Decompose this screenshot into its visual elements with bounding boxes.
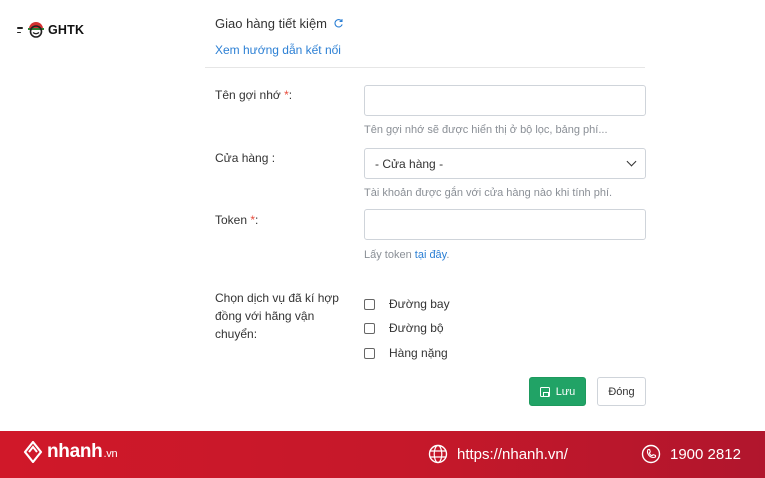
- save-button-label: Lưu: [555, 385, 576, 398]
- token-hint-link[interactable]: tại đây: [415, 249, 447, 261]
- token-hint: Lấy token tại đây.: [364, 249, 449, 261]
- checkbox[interactable]: [364, 298, 375, 310]
- page-title: Giao hàng tiết kiệm: [215, 16, 344, 31]
- store-select[interactable]: - Cửa hàng -: [364, 148, 646, 179]
- speed-lines-icon: [17, 26, 23, 34]
- ghtk-logo: GHTK: [17, 22, 84, 38]
- header-divider: [205, 67, 645, 68]
- token-label-text: Token: [215, 213, 248, 227]
- service-option-heavy[interactable]: Hàng nặng: [364, 346, 448, 360]
- service-option-label: Đường bay: [389, 297, 450, 311]
- label-colon: :: [255, 213, 259, 227]
- token-input[interactable]: [364, 209, 646, 240]
- save-button[interactable]: Lưu: [529, 377, 586, 406]
- phone-icon: [641, 444, 661, 464]
- website-info: https://nhanh.vn/: [428, 444, 568, 464]
- service-option-air[interactable]: Đường bay: [364, 297, 450, 311]
- delivery-face-icon: [28, 22, 44, 38]
- nhanh-brand: nhanh.vn: [23, 441, 118, 463]
- service-option-road[interactable]: Đường bộ: [364, 321, 444, 335]
- close-button[interactable]: Đóng: [597, 377, 646, 406]
- footer-banner: nhanh.vn https://nhanh.vn/ 1900 2812: [0, 431, 765, 478]
- website-url[interactable]: https://nhanh.vn/: [457, 446, 568, 463]
- token-label: Token *:: [215, 213, 258, 227]
- brand-name-text: nhanh: [47, 441, 103, 462]
- nickname-hint: Tên gợi nhớ sẽ được hiển thị ở bộ lọc, b…: [364, 124, 608, 136]
- services-label: Chọn dịch vụ đã kí hợp đồng với hãng vận…: [215, 291, 339, 341]
- globe-icon: [428, 444, 448, 464]
- logo-text: GHTK: [48, 23, 85, 37]
- nickname-label-text: Tên gợi nhớ: [215, 88, 281, 102]
- label-colon: :: [288, 88, 293, 102]
- brand-name: nhanh.vn: [47, 441, 118, 463]
- checkbox[interactable]: [364, 322, 375, 334]
- phone-number[interactable]: 1900 2812: [670, 446, 741, 463]
- phone-info: 1900 2812: [641, 444, 741, 464]
- token-hint-suffix: .: [446, 249, 450, 261]
- nhanh-logo-icon: [23, 441, 43, 463]
- store-label: Cửa hàng :: [215, 151, 276, 165]
- store-select-value: - Cửa hàng -: [375, 156, 444, 171]
- checkbox[interactable]: [364, 347, 375, 359]
- token-hint-prefix: Lấy token: [364, 249, 415, 261]
- brand-tld: .vn: [103, 448, 118, 460]
- service-option-label: Đường bộ: [389, 321, 444, 335]
- store-hint: Tài khoản được gắn với cửa hàng nào khi …: [364, 187, 613, 199]
- connection-guide-link[interactable]: Xem hướng dẫn kết nối: [215, 43, 341, 57]
- refresh-icon[interactable]: [333, 18, 344, 29]
- nickname-label: Tên gợi nhớ *:: [215, 88, 292, 102]
- chevron-down-icon: [626, 156, 637, 167]
- nickname-input[interactable]: [364, 85, 646, 116]
- page-title-text: Giao hàng tiết kiệm: [215, 16, 328, 31]
- service-option-label: Hàng nặng: [389, 346, 448, 360]
- save-icon: [539, 386, 550, 397]
